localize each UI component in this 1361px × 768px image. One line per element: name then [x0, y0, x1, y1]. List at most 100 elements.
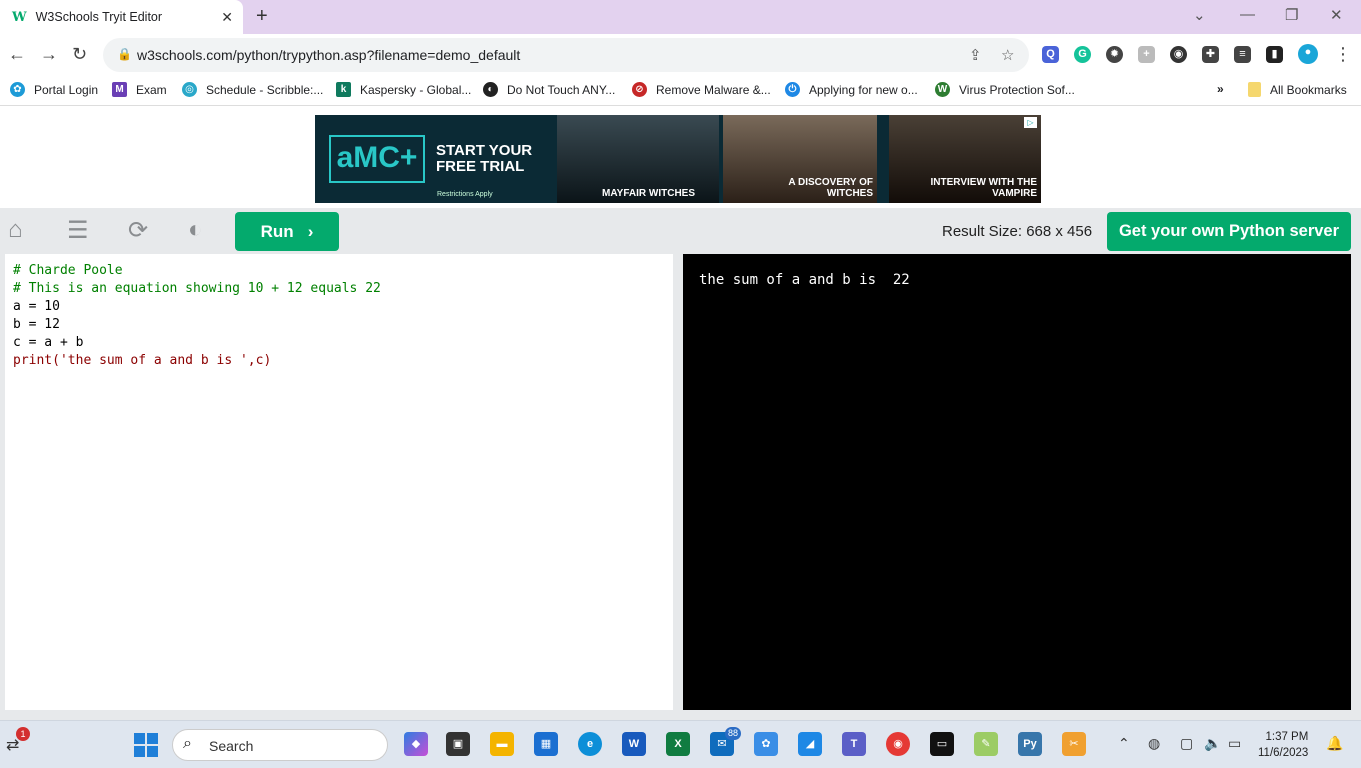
all-bookmarks[interactable]: All Bookmarks [1248, 82, 1347, 97]
date-text: 11/6/2023 [1258, 747, 1309, 759]
result-output: the sum of a and b is 22 [683, 254, 1351, 710]
volume-icon[interactable]: 🔈 [1204, 735, 1221, 752]
search-placeholder: Search [209, 738, 254, 754]
python-icon[interactable]: Py [1018, 732, 1042, 756]
rotate-orientation-icon[interactable]: ⟳ [128, 216, 148, 245]
photos-icon[interactable]: ✿ [754, 732, 778, 756]
bookmark-do-not-touch[interactable]: ◐ Do Not Touch ANY... [483, 82, 615, 97]
search-icon: ⌕ [183, 735, 192, 752]
bookmark-applying[interactable]: ⏻ Applying for new o... [785, 82, 918, 97]
copilot-icon[interactable]: ◆ [404, 732, 428, 756]
show-hidden-icons-chevron-icon[interactable]: ⌃ [1118, 735, 1130, 752]
amc-logo: aMC+ [329, 135, 425, 183]
restore-icon[interactable]: ❐ [1285, 6, 1298, 24]
bookmark-star-icon[interactable]: ☆ [1001, 46, 1014, 64]
snipping-tool-icon[interactable]: ✂ [1062, 732, 1086, 756]
code-line[interactable]: c = a + b [13, 334, 665, 352]
bookmark-virus-protection[interactable]: W Virus Protection Sof... [935, 82, 1075, 97]
tab-search-icon[interactable]: ⌄ [1193, 6, 1206, 24]
extension-icon[interactable]: + [1138, 46, 1155, 63]
more-bookmarks-chevron-icon[interactable]: » [1217, 82, 1224, 96]
security-extension-icon[interactable]: ◉ [1170, 46, 1187, 63]
ad-restrictions: Restrictions Apply [437, 191, 493, 198]
bookmark-portal-login[interactable]: ✿ Portal Login [10, 82, 98, 97]
run-button[interactable]: Run › [235, 212, 339, 251]
extensions-puzzle-icon[interactable]: ✚ [1202, 46, 1219, 63]
home-icon[interactable]: ⌂ [8, 216, 23, 244]
code-editor[interactable]: # Charde Poole # This is an equation sho… [5, 254, 673, 710]
display-tray-icon[interactable]: ▢ [1180, 735, 1193, 752]
result-size: Result Size: 668 x 456 [942, 223, 1093, 240]
notifications-bell-icon[interactable]: 🔔 [1326, 735, 1343, 752]
code-line[interactable]: a = 10 [13, 298, 665, 316]
menu-kebab-icon[interactable]: ⋮ [1334, 44, 1352, 65]
menu-icon[interactable]: ☰ [67, 216, 89, 245]
media-control-icon[interactable]: ≡ [1234, 46, 1251, 63]
extension-search-icon[interactable]: Q [1042, 46, 1059, 63]
edge-icon[interactable]: e [578, 732, 602, 756]
kaspersky-icon: k [336, 82, 351, 97]
tab-title: W3Schools Tryit Editor [35, 10, 163, 24]
chrome-icon[interactable]: ◉ [886, 732, 910, 756]
get-python-server-button[interactable]: Get your own Python server [1107, 212, 1351, 251]
bookmark-remove-malware[interactable]: ⊘ Remove Malware &... [632, 82, 771, 97]
code-line[interactable]: # This is an equation showing 10 + 12 eq… [13, 280, 665, 298]
back-icon[interactable]: ← [8, 44, 26, 65]
close-tab-icon[interactable]: ✕ [221, 9, 233, 26]
close-window-icon[interactable]: ✕ [1330, 6, 1343, 24]
url-text[interactable]: w3schools.com/python/trypython.asp?filen… [137, 47, 520, 63]
security-tray-icon[interactable]: ◍ [1148, 735, 1160, 752]
ad-area: aMC+ START YOUR FREE TRIAL Restrictions … [0, 108, 1361, 208]
chevron-right-icon: › [307, 221, 314, 241]
battery-icon[interactable]: ▭ [1228, 735, 1241, 752]
notepad-icon[interactable]: ✎ [974, 732, 998, 756]
forward-icon[interactable]: → [40, 44, 58, 65]
file-explorer-icon[interactable]: ▬ [490, 732, 514, 756]
bookmark-exam[interactable]: M Exam [112, 82, 167, 97]
tryit-toolbar: ⌂ ☰ ⟳ ◐ Run › Result Size: 668 x 456 Get… [0, 208, 1361, 254]
clock[interactable]: 1:37 PM 11/6/2023 [1258, 729, 1308, 761]
theme-toggle-icon[interactable]: ◐ [188, 216, 203, 244]
excel-icon[interactable]: X [666, 732, 690, 756]
time-text: 1:37 PM [1265, 731, 1309, 743]
malware-icon: ⊘ [632, 82, 647, 97]
profile-avatar[interactable]: ● [1298, 44, 1318, 64]
code-line[interactable]: b = 12 [13, 316, 665, 334]
exam-icon: M [112, 82, 127, 97]
mail-badge: 88 [725, 727, 742, 740]
side-panel-icon[interactable]: ▮ [1266, 46, 1283, 63]
folder-icon [1248, 82, 1261, 97]
bookmark-kaspersky[interactable]: k Kaspersky - Global... [336, 82, 471, 97]
ad-cta: START YOUR FREE TRIAL [436, 142, 533, 175]
code-line[interactable]: # Charde Poole [13, 262, 665, 280]
taskbar: ⇄ 1 ⌕ Search ◆ ▣ ▬ ▦ e W X ✉ 88 ✿ ◢ T ◉ … [0, 720, 1361, 768]
address-bar[interactable]: 🔒 w3schools.com/python/trypython.asp?fil… [103, 38, 1029, 72]
reload-icon[interactable]: ↻ [72, 44, 87, 65]
notification-badge: 1 [16, 727, 30, 741]
browser-tab[interactable]: W W3Schools Tryit Editor ✕ [0, 0, 243, 34]
adchoices-icon[interactable]: ▷ [1024, 117, 1037, 128]
ad-panel-title: A DISCOVERY OF WITCHES [788, 177, 873, 199]
task-view-icon[interactable]: ▣ [446, 732, 470, 756]
share-icon[interactable]: ⇪ [969, 46, 982, 64]
bookmark-schedule[interactable]: ◎ Schedule - Scribble:... [182, 82, 323, 97]
new-tab-icon[interactable]: + [256, 5, 268, 28]
settings-extension-icon[interactable]: ✹ [1106, 46, 1123, 63]
ad-panel-title: INTERVIEW WITH THE VAMPIRE [930, 177, 1037, 199]
taskbar-search[interactable]: ⌕ Search [172, 729, 388, 761]
w-icon: W [935, 82, 950, 97]
terminal-icon[interactable]: ▭ [930, 732, 954, 756]
store-icon[interactable]: ▦ [534, 732, 558, 756]
schedule-icon: ◎ [182, 82, 197, 97]
minimize-icon[interactable]: — [1240, 6, 1255, 23]
grammarly-icon[interactable]: G [1074, 46, 1091, 63]
ad-panel-discovery: A DISCOVERY OF WITCHES [723, 115, 877, 203]
word-icon[interactable]: W [622, 732, 646, 756]
w3schools-favicon: W [12, 9, 27, 25]
lock-icon[interactable]: 🔒 [117, 47, 132, 61]
maps-icon[interactable]: ◢ [798, 732, 822, 756]
start-windows-icon[interactable] [134, 733, 158, 757]
teams-icon[interactable]: T [842, 732, 866, 756]
code-line[interactable]: print('the sum of a and b is ',c) [13, 352, 665, 370]
ad-banner[interactable]: aMC+ START YOUR FREE TRIAL Restrictions … [315, 115, 1041, 203]
